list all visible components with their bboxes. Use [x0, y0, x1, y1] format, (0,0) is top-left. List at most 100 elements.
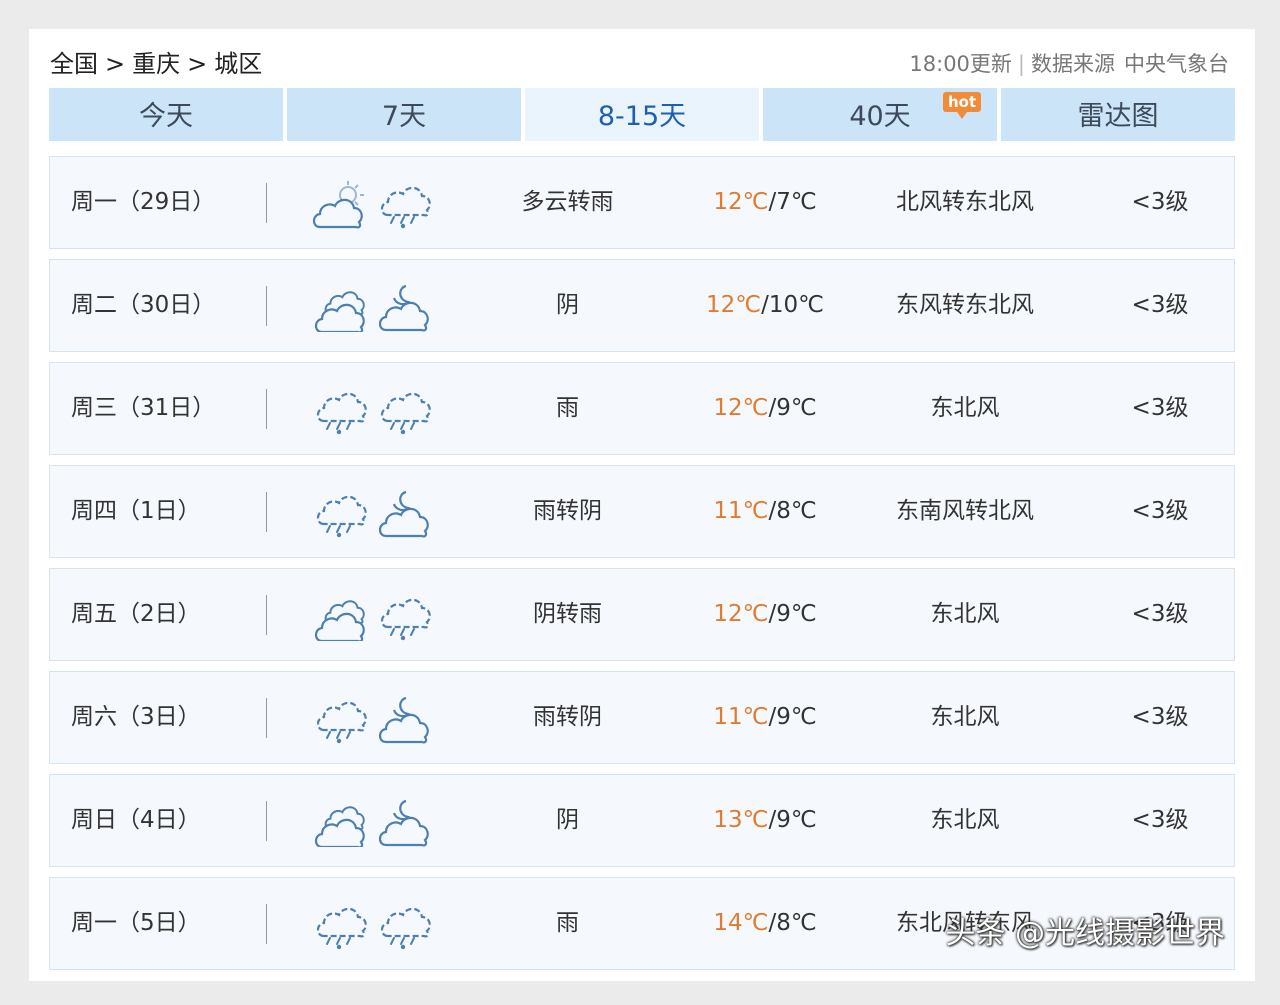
weather-page: 全国 > 重庆 > 城区 18:00更新 | 数据来源 中央气象台 今天 7天 8-15天 4…: [29, 29, 1255, 981]
row-divider: [266, 183, 267, 223]
tab-radar[interactable]: 雷达图: [1001, 88, 1235, 141]
rain-icon: [376, 179, 432, 229]
high-temperature: 12℃: [713, 189, 769, 215]
partly-cloudy-icon: [312, 179, 368, 229]
forecast-tabs: 今天 7天 8-15天 40天 hot 雷达图: [49, 88, 1235, 141]
wind-direction: 东北风: [930, 395, 1000, 421]
watermark-text: 头条 @光线摄影世界: [945, 916, 1225, 951]
temperature-range: 14℃/8℃: [680, 878, 850, 969]
rain-icon: [376, 385, 432, 435]
cloudy-night-icon: [376, 488, 432, 538]
weather-description: 阴: [556, 292, 579, 318]
temperature-range: 12℃/10℃: [680, 260, 850, 351]
wind-level: <3级: [1131, 601, 1189, 627]
weather-icons: [312, 179, 432, 229]
temperature-range: 11℃/9℃: [680, 672, 850, 763]
forecast-day: 周六（3日）: [71, 704, 201, 730]
update-time: 18:00更新: [909, 52, 1012, 76]
forecast-day: 周一（5日）: [71, 910, 201, 936]
data-source-name: 中央气象台: [1124, 52, 1229, 76]
forecast-row: 周三（31日） 雨 12℃/9℃ 东北风 <3级: [49, 362, 1235, 455]
cloudy-night-icon: [376, 282, 432, 332]
row-divider: [266, 389, 267, 429]
breadcrumb-national[interactable]: 全国: [50, 50, 98, 78]
low-temperature: 8℃: [776, 498, 817, 524]
update-info: 18:00更新 | 数据来源 中央气象台: [909, 47, 1229, 81]
weather-icons: [312, 385, 432, 435]
temperature-separator: /: [761, 292, 769, 318]
tab-40-days[interactable]: 40天 hot: [763, 88, 997, 141]
weather-description: 阴: [556, 807, 579, 833]
weather-icons: [312, 797, 432, 849]
wind-direction: 东北风: [930, 807, 1000, 833]
wind-direction: 东北风: [930, 704, 1000, 730]
high-temperature: 11℃: [713, 704, 769, 730]
overcast-icon: [312, 591, 368, 643]
forecast-row: 周一（29日） 多云转雨 12℃/7℃ 北风转东北风 <3级: [49, 156, 1235, 249]
low-temperature: 9℃: [776, 395, 817, 421]
tab-7-days[interactable]: 7天: [287, 88, 521, 141]
high-temperature: 13℃: [713, 807, 769, 833]
forecast-row: 周六（3日） 雨转阴 11℃/9℃ 东北风 <3级: [49, 671, 1235, 764]
weather-icons: [312, 591, 432, 643]
forecast-day: 周三（31日）: [71, 395, 216, 421]
forecast-day: 周五（2日）: [71, 601, 201, 627]
tab-label: 7天: [381, 101, 427, 132]
breadcrumb-separator: >: [187, 50, 208, 78]
wind-level: <3级: [1131, 807, 1189, 833]
rain-icon: [376, 591, 432, 641]
forecast-day: 周日（4日）: [71, 807, 201, 833]
overcast-icon: [312, 797, 368, 849]
rain-icon: [376, 900, 432, 950]
weather-description: 雨转阴: [533, 704, 602, 730]
forecast-row: 周二（30日） 阴 12℃/10℃ 东风转东北风 <3级: [49, 259, 1235, 352]
weather-icons: [312, 488, 432, 538]
rain-icon: [312, 488, 368, 538]
row-divider: [266, 698, 267, 738]
tab-today[interactable]: 今天: [49, 88, 283, 141]
row-divider: [266, 801, 267, 841]
forecast-day: 周四（1日）: [71, 498, 201, 524]
wind-direction: 东北风: [930, 601, 1000, 627]
breadcrumb: 全国 > 重庆 > 城区: [50, 47, 262, 81]
weather-icons: [312, 900, 432, 950]
temperature-range: 13℃/9℃: [680, 775, 850, 866]
weather-description: 雨: [556, 395, 579, 421]
rain-icon: [312, 900, 368, 950]
low-temperature: 8℃: [776, 910, 817, 936]
breadcrumb-chongqing[interactable]: 重庆: [132, 50, 180, 78]
low-temperature: 7℃: [776, 189, 817, 215]
forecast-list: 周一（29日） 多云转雨 12℃/7℃ 北风转东北风 <3级 周二（30日）阴 12℃/10…: [49, 156, 1235, 980]
row-divider: [266, 492, 267, 532]
tab-label: 40天: [849, 101, 911, 132]
temperature-range: 11℃/8℃: [680, 466, 850, 557]
wind-level: <3级: [1131, 189, 1189, 215]
tab-8-15-days[interactable]: 8-15天: [525, 88, 759, 141]
wind-level: <3级: [1131, 704, 1189, 730]
wind-level: <3级: [1131, 292, 1189, 318]
wind-direction: 东风转东北风: [896, 292, 1034, 318]
low-temperature: 9℃: [776, 601, 817, 627]
low-temperature: 9℃: [776, 807, 817, 833]
cloudy-night-icon: [376, 694, 432, 744]
cloudy-night-icon: [376, 797, 432, 847]
top-bar: 全国 > 重庆 > 城区 18:00更新 | 数据来源 中央气象台: [50, 47, 1229, 83]
breadcrumb-separator: >: [105, 50, 126, 78]
wind-level: <3级: [1131, 498, 1189, 524]
high-temperature: 12℃: [713, 601, 769, 627]
weather-description: 多云转雨: [521, 189, 614, 215]
weather-description: 雨: [556, 910, 579, 936]
weather-icons: [312, 282, 432, 334]
high-temperature: 12℃: [706, 292, 762, 318]
meta-divider: |: [1017, 52, 1025, 76]
row-divider: [266, 595, 267, 635]
tab-label: 8-15天: [597, 101, 687, 132]
weather-description: 阴转雨: [533, 601, 602, 627]
overcast-icon: [312, 282, 368, 334]
data-source-label: 数据来源: [1031, 52, 1115, 76]
rain-icon: [312, 694, 368, 744]
forecast-day: 周一（29日）: [71, 189, 216, 215]
forecast-row: 周五（2日） 阴转雨 12℃/9℃ 东北风 <3级: [49, 568, 1235, 661]
forecast-row: 周四（1日） 雨转阴 11℃/8℃ 东南风转北风 <3级: [49, 465, 1235, 558]
row-divider: [266, 286, 267, 326]
